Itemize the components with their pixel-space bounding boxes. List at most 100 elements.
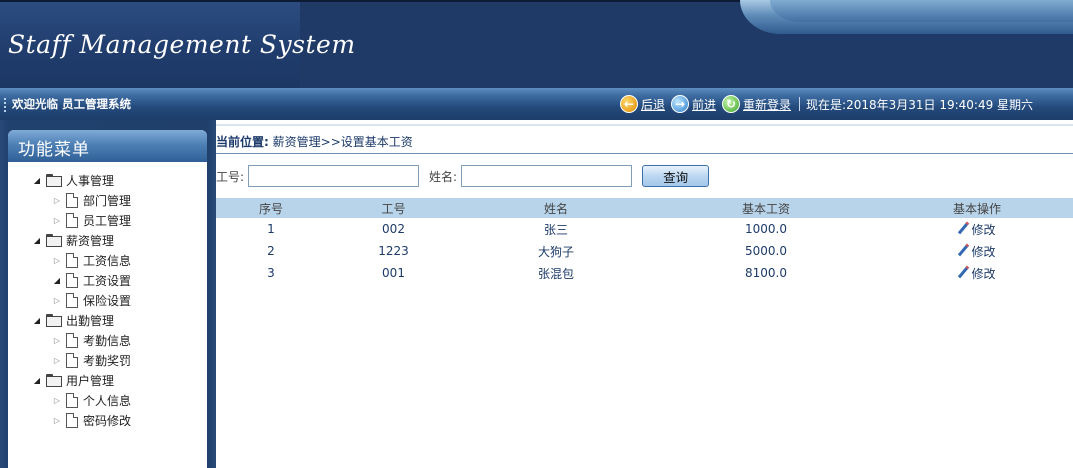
file-icon [66, 392, 78, 408]
edit-link[interactable]: 修改 [958, 221, 995, 238]
expanded-arrow-icon[interactable]: ◢ [32, 316, 42, 325]
collapsed-arrow-icon[interactable]: ▷ [52, 416, 62, 425]
collapsed-arrow-icon[interactable]: ▷ [52, 256, 62, 265]
back-button[interactable]: ← 后退 [620, 95, 665, 113]
edit-label: 修改 [971, 266, 996, 281]
expanded-arrow-icon[interactable]: ◢ [52, 276, 62, 285]
breadcrumb-path: 薪资管理>>设置基本工资 [272, 135, 413, 149]
cell-index: 1 [267, 222, 275, 236]
tree-group-label: 用户管理 [66, 373, 115, 388]
query-button[interactable]: 查询 [642, 165, 710, 187]
sidebar: 功能菜单 ◢ 人事管理 ▷ 部门管理 ▷ 员工管理 ◢ 薪资管理 ▷ 工资信息 … [0, 120, 216, 468]
relogin-icon: ↻ [722, 95, 741, 113]
expanded-arrow-icon[interactable]: ◢ [32, 236, 42, 245]
collapsed-arrow-icon[interactable]: ▷ [52, 296, 62, 305]
table-row: 1 002 张三 1000.0 修改 [216, 218, 1073, 240]
table-header-row: 序号 工号 姓名 基本工资 基本操作 [216, 198, 1073, 218]
tree-item-label: 考勤信息 [83, 333, 132, 348]
employee-id-input[interactable] [248, 165, 420, 187]
file-icon [66, 352, 78, 368]
cell-name: 大狗子 [537, 244, 574, 259]
edit-link[interactable]: 修改 [958, 265, 995, 282]
tree-item-label: 个人信息 [83, 393, 132, 408]
back-label: 后退 [641, 97, 666, 112]
tree-item-insurance[interactable]: ▷ 保险设置 [8, 290, 207, 310]
collapsed-arrow-icon[interactable]: ▷ [52, 396, 62, 405]
menu-tree: ◢ 人事管理 ▷ 部门管理 ▷ 员工管理 ◢ 薪资管理 ▷ 工资信息 ◢ 工资设… [8, 162, 207, 430]
infobar-dots [4, 98, 6, 112]
pencil-icon [958, 266, 969, 277]
forward-button[interactable]: → 前进 [671, 95, 716, 113]
folder-icon [46, 233, 62, 247]
column-header: 基本工资 [651, 198, 881, 218]
tree-group-label: 出勤管理 [66, 313, 115, 328]
info-bar: 欢迎光临 员工管理系统 ← 后退 → 前进 ↻ 重新登录 现在是:2018年3月… [0, 88, 1073, 120]
expanded-arrow-icon[interactable]: ◢ [32, 176, 42, 185]
tree-group-salary[interactable]: ◢ 薪资管理 [8, 230, 207, 250]
tree-item-label: 密码修改 [83, 413, 132, 428]
tree-item-label: 考勤奖罚 [83, 353, 132, 368]
cell-employee-id: 1223 [378, 244, 409, 258]
function-menu-title: 功能菜单 [8, 130, 207, 162]
tree-item-salary-info[interactable]: ▷ 工资信息 [8, 250, 207, 270]
cell-name: 张三 [543, 222, 568, 237]
nav-actions: ← 后退 → 前进 ↻ 重新登录 现在是:2018年3月31日 19:40:49… [620, 94, 1033, 114]
name-input[interactable] [461, 165, 633, 187]
column-header: 姓名 [461, 198, 651, 218]
tree-group-label: 人事管理 [66, 173, 115, 188]
table-row: 2 1223 大狗子 5000.0 修改 [216, 240, 1073, 262]
tree-item-label: 工资设置 [83, 273, 132, 288]
breadcrumb-divider [216, 153, 1073, 154]
tree-group-attendance[interactable]: ◢ 出勤管理 [8, 310, 207, 330]
file-icon [66, 192, 78, 208]
cell-actions: 修改 [881, 262, 1073, 284]
cell-actions: 修改 [881, 218, 1073, 240]
tree-group-users[interactable]: ◢ 用户管理 [8, 370, 207, 390]
tree-item-dept[interactable]: ▷ 部门管理 [8, 190, 207, 210]
breadcrumb: 当前位置: 薪资管理>>设置基本工资 [216, 133, 413, 150]
edit-label: 修改 [971, 244, 996, 259]
file-icon [66, 292, 78, 308]
collapsed-arrow-icon[interactable]: ▷ [52, 336, 62, 345]
cell-employee-id: 002 [382, 222, 405, 236]
app-title: Staff Management System [8, 30, 356, 59]
column-header: 序号 [216, 198, 326, 218]
tree-item-attendance-info[interactable]: ▷ 考勤信息 [8, 330, 207, 350]
edit-label: 修改 [971, 222, 996, 237]
folder-icon [46, 173, 62, 187]
tree-group-label: 薪资管理 [66, 233, 115, 248]
relogin-label: 重新登录 [743, 97, 792, 112]
salary-table: 序号 工号 姓名 基本工资 基本操作 1 002 张三 1000.0 修改 2 … [216, 198, 1073, 284]
tree-item-staff[interactable]: ▷ 员工管理 [8, 210, 207, 230]
banner-swoosh-highlight [770, 0, 1073, 22]
file-icon [66, 272, 78, 288]
tree-group-hr[interactable]: ◢ 人事管理 [8, 170, 207, 190]
tree-item-password[interactable]: ▷ 密码修改 [8, 410, 207, 430]
tree-item-label: 工资信息 [83, 253, 132, 268]
welcome-text: 欢迎光临 员工管理系统 [12, 97, 132, 111]
name-label: 姓名: [429, 169, 458, 184]
edit-link[interactable]: 修改 [958, 243, 995, 260]
tree-item-attendance-reward[interactable]: ▷ 考勤奖罚 [8, 350, 207, 370]
current-datetime: 现在是:2018年3月31日 19:40:49 星期六 [806, 97, 1034, 112]
cell-name: 张混包 [537, 266, 574, 281]
tree-item-salary-settings[interactable]: ◢ 工资设置 [8, 270, 207, 290]
collapsed-arrow-icon[interactable]: ▷ [52, 196, 62, 205]
tree-item-profile[interactable]: ▷ 个人信息 [8, 390, 207, 410]
header-banner: Staff Management System [0, 0, 1073, 88]
collapsed-arrow-icon[interactable]: ▷ [52, 216, 62, 225]
expanded-arrow-icon[interactable]: ◢ [32, 376, 42, 385]
file-icon [66, 252, 78, 268]
forward-label: 前进 [692, 97, 717, 112]
divider [799, 97, 801, 111]
pencil-icon [958, 222, 969, 233]
employee-id-label: 工号: [216, 169, 245, 184]
pencil-icon [958, 244, 969, 255]
collapsed-arrow-icon[interactable]: ▷ [52, 356, 62, 365]
forward-arrow-icon: → [671, 95, 690, 113]
tree-item-label: 员工管理 [83, 213, 132, 228]
tree-item-label: 部门管理 [83, 193, 132, 208]
file-icon [66, 212, 78, 228]
relogin-button[interactable]: ↻ 重新登录 [722, 95, 791, 113]
content-top-divider [216, 124, 1073, 126]
